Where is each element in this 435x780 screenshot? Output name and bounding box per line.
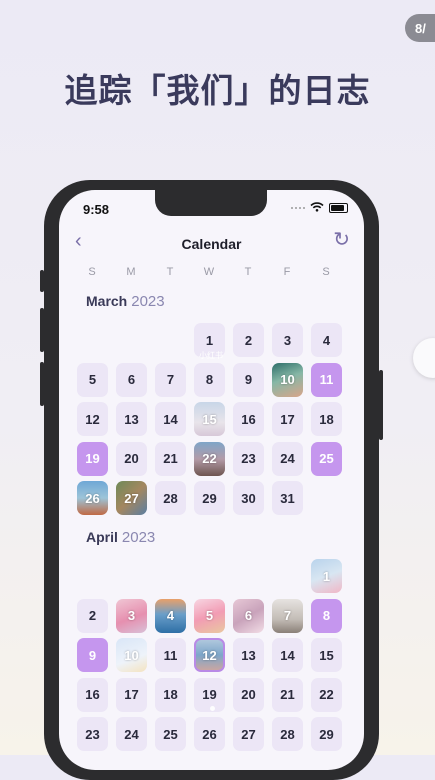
calendar-day-april-13[interactable]: 13 xyxy=(233,638,264,672)
calendar-day-march-2[interactable]: 2 xyxy=(233,323,264,357)
calendar-day-march-13[interactable]: 13 xyxy=(116,402,147,436)
status-icons xyxy=(291,202,348,214)
calendar-day-march-9[interactable]: 9 xyxy=(233,362,264,397)
weekday-label: S xyxy=(88,266,96,278)
calendar-day-march-5[interactable]: 5 xyxy=(77,362,108,397)
calendar-day-april-1[interactable]: 1 xyxy=(311,559,342,593)
calendar-day-april-26[interactable]: 26 xyxy=(194,717,225,751)
calendar-day-april-10[interactable]: 10 xyxy=(116,638,147,672)
scroll-indicator xyxy=(210,706,215,711)
month-title-march: March 2023 xyxy=(86,293,165,310)
calendar-day-march-20[interactable]: 20 xyxy=(116,441,147,476)
calendar-day-april-16[interactable]: 16 xyxy=(77,677,108,712)
calendar-day-april-28[interactable]: 28 xyxy=(272,717,303,751)
calendar-day-april-12[interactable]: 12 xyxy=(194,638,225,672)
phone-screen: 9:58 ‹ Calendar ↻ SMTWTFS March 2023 1234… xyxy=(59,190,364,770)
calendar-day-march-4[interactable]: 4 xyxy=(311,323,342,357)
calendar-day-march-3[interactable]: 3 xyxy=(272,323,303,357)
calendar-day-april-22[interactable]: 22 xyxy=(311,677,342,712)
wifi-icon xyxy=(310,202,324,214)
weekday-label: F xyxy=(283,266,291,278)
weekday-label: M xyxy=(126,266,136,278)
calendar-day-march-18[interactable]: 18 xyxy=(311,402,342,436)
calendar-day-march-30[interactable]: 30 xyxy=(233,481,264,515)
calendar-day-april-27[interactable]: 27 xyxy=(233,717,264,751)
weekday-label: T xyxy=(166,266,174,278)
calendar-day-march-26[interactable]: 26 xyxy=(77,481,108,515)
page-indicator-badge: 8/ xyxy=(405,14,435,42)
weekday-label: W xyxy=(203,266,215,278)
calendar-day-april-3[interactable]: 3 xyxy=(116,598,147,633)
calendar-day-march-29[interactable]: 29 xyxy=(194,481,225,515)
status-time: 9:58 xyxy=(83,202,110,217)
calendar-day-march-22[interactable]: 22 xyxy=(194,441,225,476)
calendar-day-march-31[interactable]: 31 xyxy=(272,481,303,515)
calendar-day-march-15[interactable]: 15 xyxy=(194,402,225,436)
month-title-april: April 2023 xyxy=(86,529,156,546)
calendar-day-april-17[interactable]: 17 xyxy=(116,677,147,712)
calendar-day-april-24[interactable]: 24 xyxy=(116,717,147,751)
calendar-day-march-27[interactable]: 27 xyxy=(116,481,147,515)
calendar-day-march-19[interactable]: 19 xyxy=(77,441,108,476)
calendar-day-april-20[interactable]: 20 xyxy=(233,677,264,712)
weekday-label: S xyxy=(322,266,330,278)
calendar-day-march-6[interactable]: 6 xyxy=(116,362,147,397)
calendar-day-march-7[interactable]: 7 xyxy=(155,362,186,397)
notch xyxy=(155,190,267,216)
calendar-day-april-6[interactable]: 6 xyxy=(233,598,264,633)
calendar-day-march-14[interactable]: 14 xyxy=(155,402,186,436)
calendar-day-march-10[interactable]: 10 xyxy=(272,362,303,397)
calendar-day-march-24[interactable]: 24 xyxy=(272,441,303,476)
weekday-header: SMTWTFS xyxy=(75,266,355,280)
calendar-day-march-12[interactable]: 12 xyxy=(77,402,108,436)
calendar-day-march-16[interactable]: 16 xyxy=(233,402,264,436)
calendar-day-march-11[interactable]: 11 xyxy=(311,362,342,397)
calendar-day-april-4[interactable]: 4 xyxy=(155,598,186,633)
calendar-day-april-15[interactable]: 15 xyxy=(311,638,342,672)
calendar-day-april-23[interactable]: 23 xyxy=(77,717,108,751)
calendar-day-april-9[interactable]: 9 xyxy=(77,638,108,672)
calendar-day-march-28[interactable]: 28 xyxy=(155,481,186,515)
calendar-day-march-21[interactable]: 21 xyxy=(155,441,186,476)
calendar-day-march-8[interactable]: 8 xyxy=(194,362,225,397)
calendar-day-april-21[interactable]: 21 xyxy=(272,677,303,712)
watermark-caption: 小红书 xyxy=(199,351,223,360)
calendar-day-april-18[interactable]: 18 xyxy=(155,677,186,712)
calendar-day-march-23[interactable]: 23 xyxy=(233,441,264,476)
calendar-day-april-8[interactable]: 8 xyxy=(311,598,342,633)
calendar-day-april-25[interactable]: 25 xyxy=(155,717,186,751)
calendar-day-april-2[interactable]: 2 xyxy=(77,598,108,633)
refresh-icon[interactable]: ↻ xyxy=(333,230,350,250)
signal-icon xyxy=(291,207,305,209)
page-headline: 追踪「我们」的日志 xyxy=(64,71,371,110)
calendar-day-april-7[interactable]: 7 xyxy=(272,598,303,633)
calendar-day-april-29[interactable]: 29 xyxy=(311,717,342,751)
weekday-label: T xyxy=(244,266,252,278)
battery-icon xyxy=(329,203,348,213)
calendar-day-april-5[interactable]: 5 xyxy=(194,598,225,633)
calendar-day-march-17[interactable]: 17 xyxy=(272,402,303,436)
calendar-day-march-25[interactable]: 25 xyxy=(311,441,342,476)
calendar-day-april-14[interactable]: 14 xyxy=(272,638,303,672)
calendar-day-april-11[interactable]: 11 xyxy=(155,638,186,672)
nav-title: Calendar xyxy=(181,236,242,252)
next-page-button[interactable] xyxy=(413,338,435,378)
